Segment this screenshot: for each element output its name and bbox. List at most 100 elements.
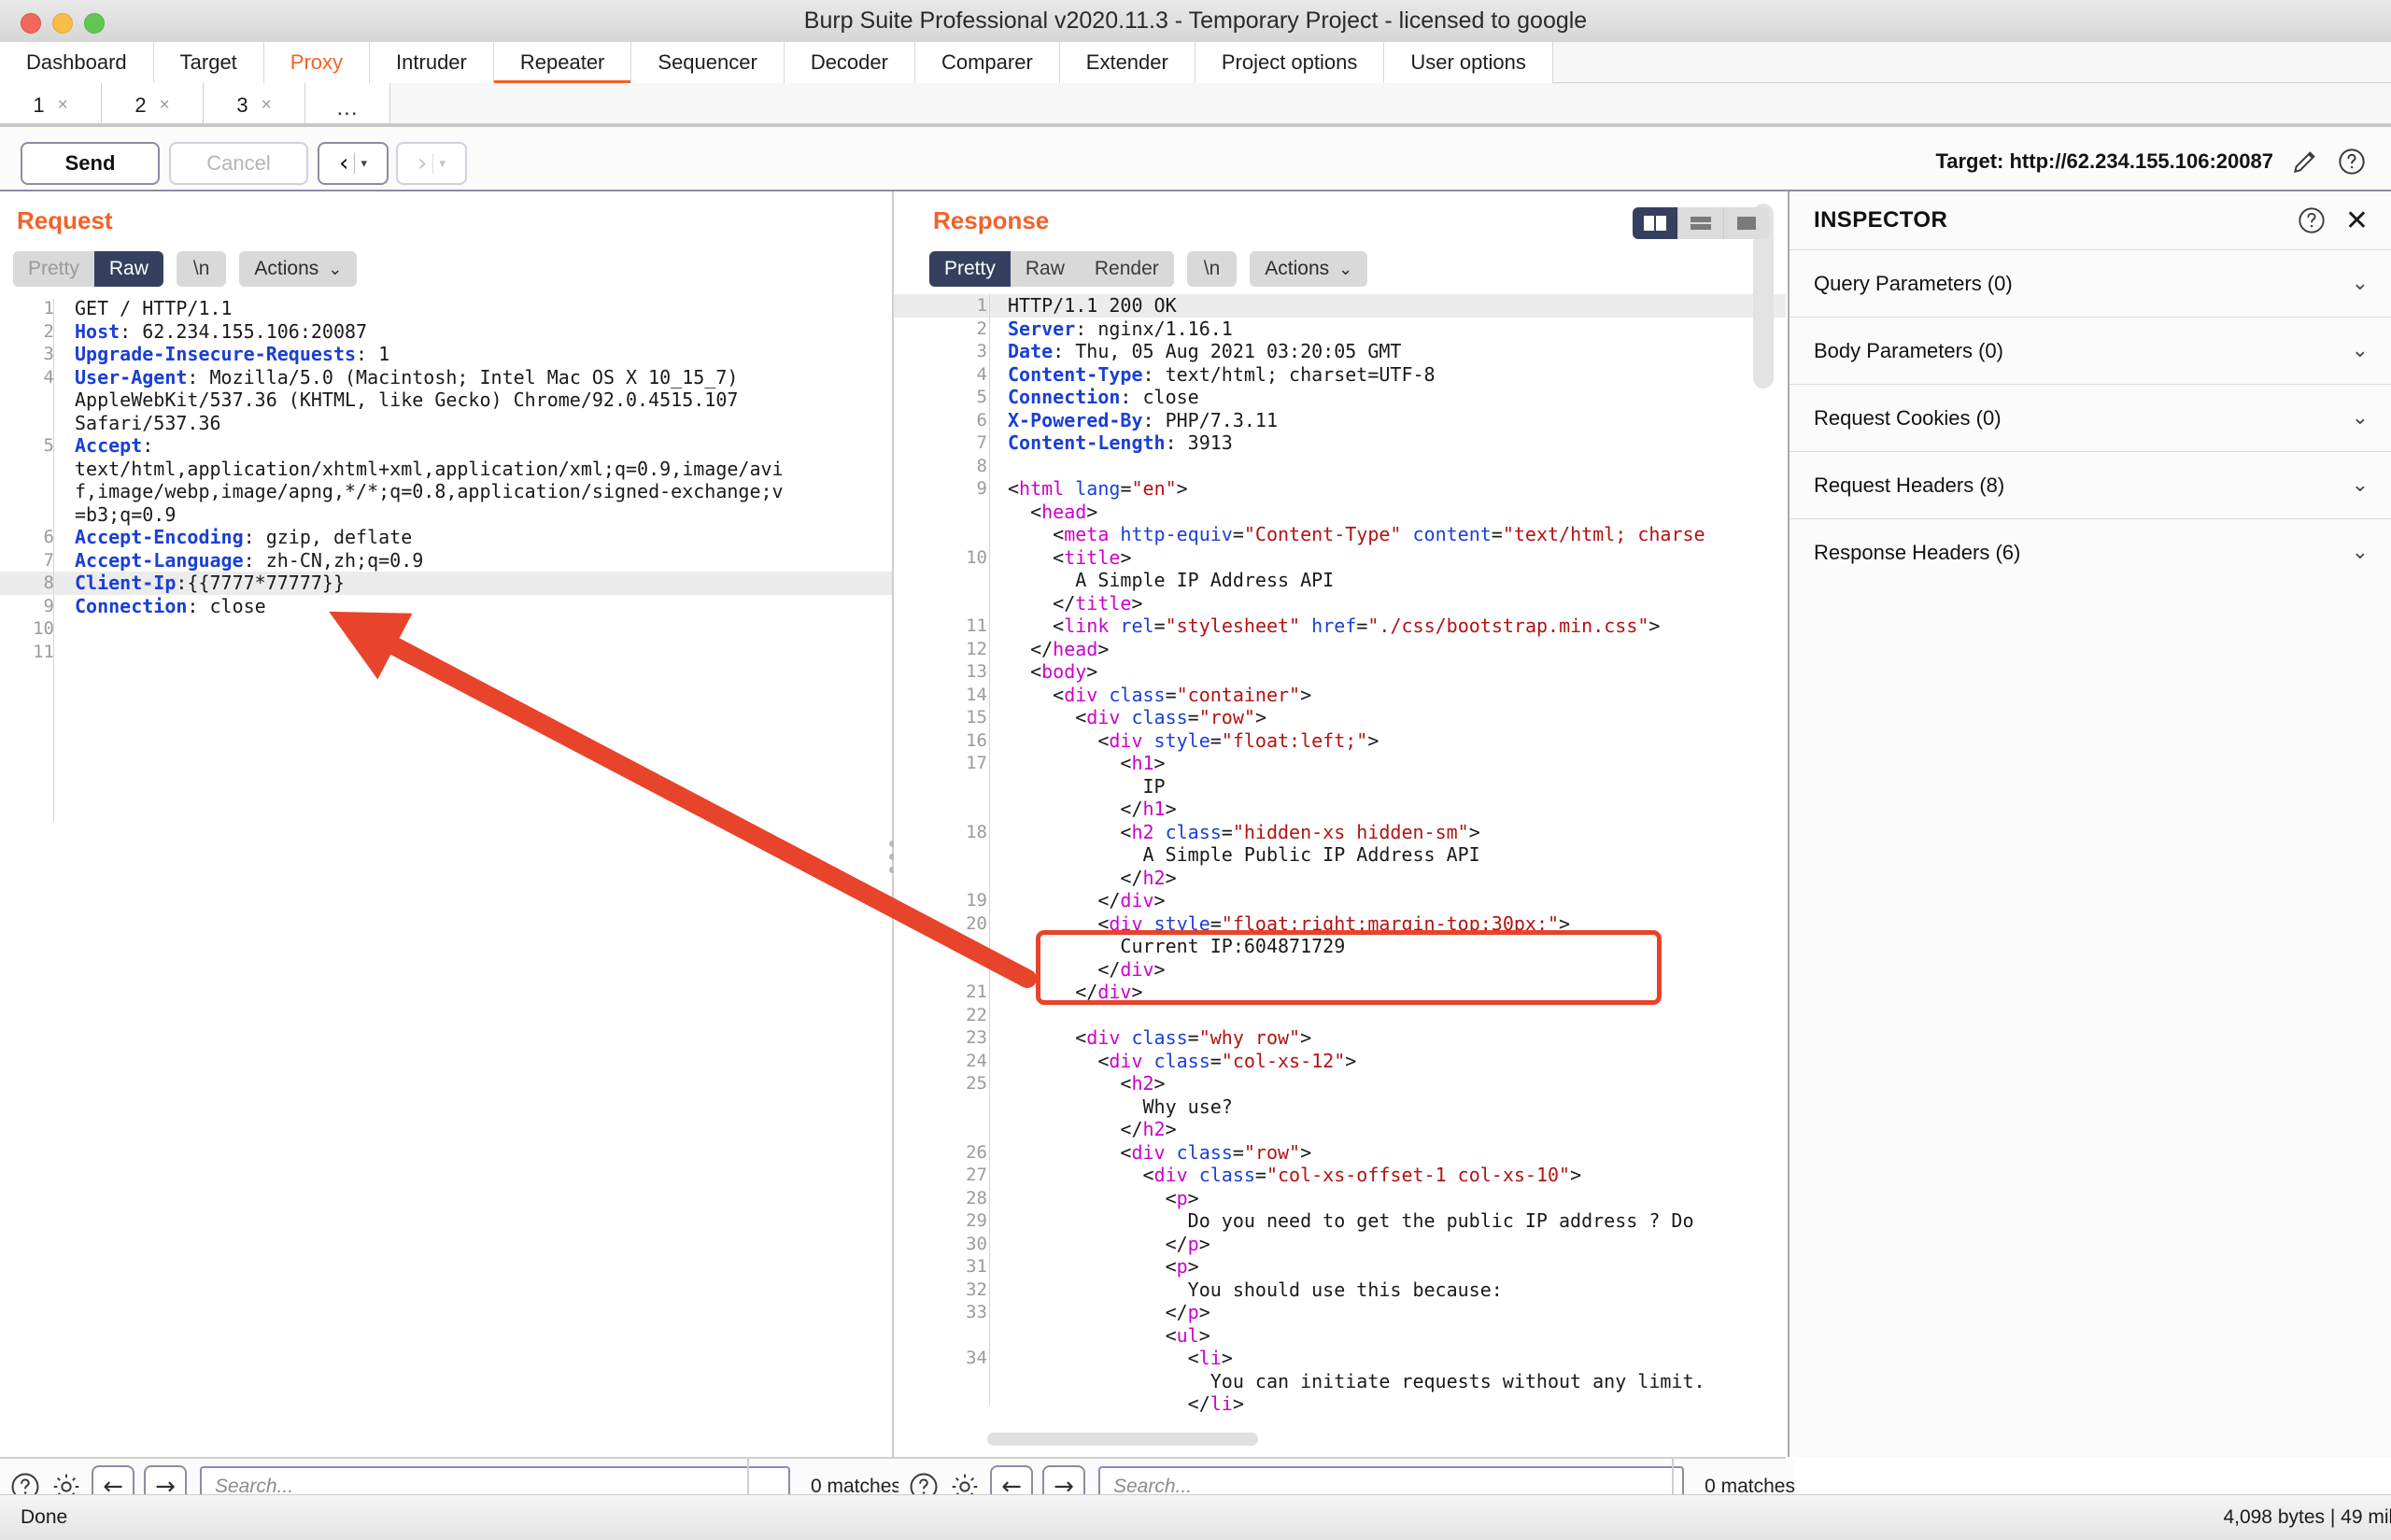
close-icon[interactable]: × [160, 95, 170, 116]
code-token: > [1300, 683, 1312, 706]
send-button[interactable]: Send [21, 142, 160, 185]
code-text: <h2> [998, 1072, 1165, 1095]
code-token: : 1 [356, 343, 390, 365]
line-number: 2 [976, 318, 987, 339]
code-text: You can initiate requests without any li… [998, 1370, 1705, 1393]
inspector-title: INSPECTOR [1814, 207, 1948, 233]
code-token: </ [1008, 981, 1098, 1003]
inspector-section-request[interactable]: Request Cookies (0) ⌄ [1790, 384, 2391, 451]
code-line: </h2> [894, 1118, 1786, 1141]
close-icon[interactable]: × [262, 95, 272, 116]
code-text: <h2 class="hidden-xs hidden-sm"> [998, 821, 1479, 844]
response-newline-toggle[interactable]: \n [1186, 251, 1238, 287]
code-token: p [1176, 1186, 1188, 1209]
close-window-button[interactable] [21, 13, 41, 34]
close-icon[interactable]: × [58, 95, 68, 116]
response-view-pretty[interactable]: Pretty [929, 251, 1011, 287]
inspector-section-request[interactable]: Request Headers (8) ⌄ [1790, 451, 2391, 518]
go-back-button[interactable]: ‹ ▾ [318, 142, 389, 185]
code-token: HTTP/1.1 200 OK [1008, 294, 1177, 317]
request-newline-toggle[interactable]: \n [176, 251, 227, 287]
code-text: Accept-Language: zh-CN,zh;q=0.9 [65, 549, 423, 572]
target-area: Target: http://62.234.155.106:20087 [1935, 147, 2367, 177]
response-view-render[interactable]: Render [1079, 251, 1174, 287]
code-line: AppleWebKit/537.36 (KHTML, like Gecko) C… [0, 389, 892, 412]
code-text: </h2> [998, 866, 1176, 890]
response-actions-menu[interactable]: Actions ⌄ [1250, 251, 1368, 287]
code-token: Content-Length [1008, 431, 1166, 454]
main-tab-extender[interactable]: Extender [1059, 42, 1196, 83]
request-editor[interactable]: 1 GET / HTTP/1.1 2 Host: 62.234.155.106:200… [0, 297, 892, 1418]
line-number: 25 [966, 1073, 987, 1094]
code-text: <div class="col-xs-offset-1 col-xs-10"> [998, 1164, 1581, 1187]
response-view-mode-group[interactable]: Pretty Raw Render [929, 251, 1174, 287]
code-token: div [1109, 911, 1143, 935]
main-tab-repeater[interactable]: Repeater [493, 42, 632, 84]
inspector-section-query[interactable]: Query Parameters (0) ⌄ [1790, 249, 2391, 317]
help-icon[interactable] [2337, 147, 2367, 177]
response-editor[interactable]: 1 HTTP/1.1 200 OK 2 Server: nginx/1.16.1 3 Da… [894, 294, 1786, 1415]
window-controls[interactable] [21, 13, 105, 34]
minimize-window-button[interactable] [52, 13, 73, 34]
repeater-tab-overflow[interactable]: ... [305, 83, 390, 127]
main-tab-decoder[interactable]: Decoder [784, 42, 915, 83]
code-token: div [1109, 1049, 1143, 1072]
code-token: > [1559, 911, 1571, 935]
main-tab-user-options[interactable]: User options [1384, 42, 1553, 83]
close-icon[interactable]: ✕ [2345, 205, 2369, 237]
code-line: 19 </div> [894, 889, 1786, 912]
main-tab-dashboard[interactable]: Dashboard [0, 42, 154, 83]
chevron-down-icon[interactable]: ⌄ [2352, 406, 2369, 430]
chevron-down-icon[interactable]: ⌄ [2352, 473, 2369, 497]
code-token: < [1008, 1323, 1177, 1347]
repeater-tab-2[interactable]: 2 × [102, 83, 204, 127]
code-token: Content-Type [1008, 362, 1143, 386]
main-tab-proxy[interactable]: Proxy [263, 42, 371, 83]
response-horizontal-scrollbar[interactable] [987, 1433, 1258, 1446]
inspector-section-response[interactable]: Response Headers (6) ⌄ [1790, 518, 2391, 586]
main-tab-comparer[interactable]: Comparer [914, 42, 1060, 83]
chevron-down-icon[interactable]: ⌄ [2352, 339, 2369, 362]
go-forward-button[interactable]: › ▾ [396, 142, 467, 185]
repeater-tab-1[interactable]: 1 × [0, 83, 102, 127]
code-line: </li> [894, 1392, 1786, 1415]
code-text: </p> [998, 1233, 1210, 1256]
maximize-window-button[interactable] [84, 13, 105, 34]
main-tab-project-options[interactable]: Project options [1195, 42, 1385, 83]
cancel-button[interactable]: Cancel [169, 142, 308, 185]
layout-split-vertical-button[interactable] [1633, 207, 1678, 239]
layout-split-horizontal-button[interactable] [1678, 207, 1724, 239]
code-text: <div class="col-xs-12"> [998, 1050, 1356, 1073]
line-number: 10 [33, 618, 54, 639]
main-tab-sequencer[interactable]: Sequencer [631, 42, 785, 83]
request-view-pretty[interactable]: Pretty [13, 251, 94, 287]
request-actions-menu[interactable]: Actions ⌄ [239, 251, 358, 287]
repeater-tab-3[interactable]: 3 × [204, 83, 305, 127]
response-view-raw[interactable]: Raw [1010, 251, 1080, 287]
pencil-icon[interactable] [2290, 147, 2320, 177]
code-token: > [1198, 1301, 1210, 1323]
help-icon[interactable] [2297, 205, 2327, 235]
code-line: 9 Connection: close [0, 595, 892, 618]
code-line: 24 <div class="col-xs-12"> [894, 1050, 1786, 1073]
inspector-section-body[interactable]: Body Parameters (0) ⌄ [1790, 317, 2391, 384]
code-token: h2 [1142, 1118, 1166, 1140]
code-token: : 3913 [1165, 431, 1233, 454]
chevron-down-icon[interactable]: ⌄ [2352, 541, 2369, 564]
code-text: A Simple IP Address API [998, 569, 1334, 592]
code-token: style [1142, 728, 1210, 752]
code-token: : Mozilla/5.0 (Macintosh; Intel Mac OS X… [187, 365, 739, 389]
code-text: <head> [998, 501, 1097, 524]
line-number: 23 [966, 1027, 987, 1048]
request-view-mode-group[interactable]: Pretty Raw [13, 251, 163, 287]
chevron-down-icon[interactable]: ⌄ [2352, 272, 2369, 295]
code-text: <div class="container"> [998, 684, 1311, 707]
request-view-raw[interactable]: Raw [93, 251, 163, 287]
code-token: </ [1008, 866, 1143, 889]
main-tab-intruder[interactable]: Intruder [370, 42, 494, 83]
code-line: 23 <div class="why row"> [894, 1026, 1786, 1050]
code-token: p [1187, 1232, 1199, 1255]
main-tab-target[interactable]: Target [153, 42, 264, 83]
layout-single-pane-button[interactable] [1724, 207, 1769, 239]
code-token: "float:left;" [1221, 728, 1368, 752]
